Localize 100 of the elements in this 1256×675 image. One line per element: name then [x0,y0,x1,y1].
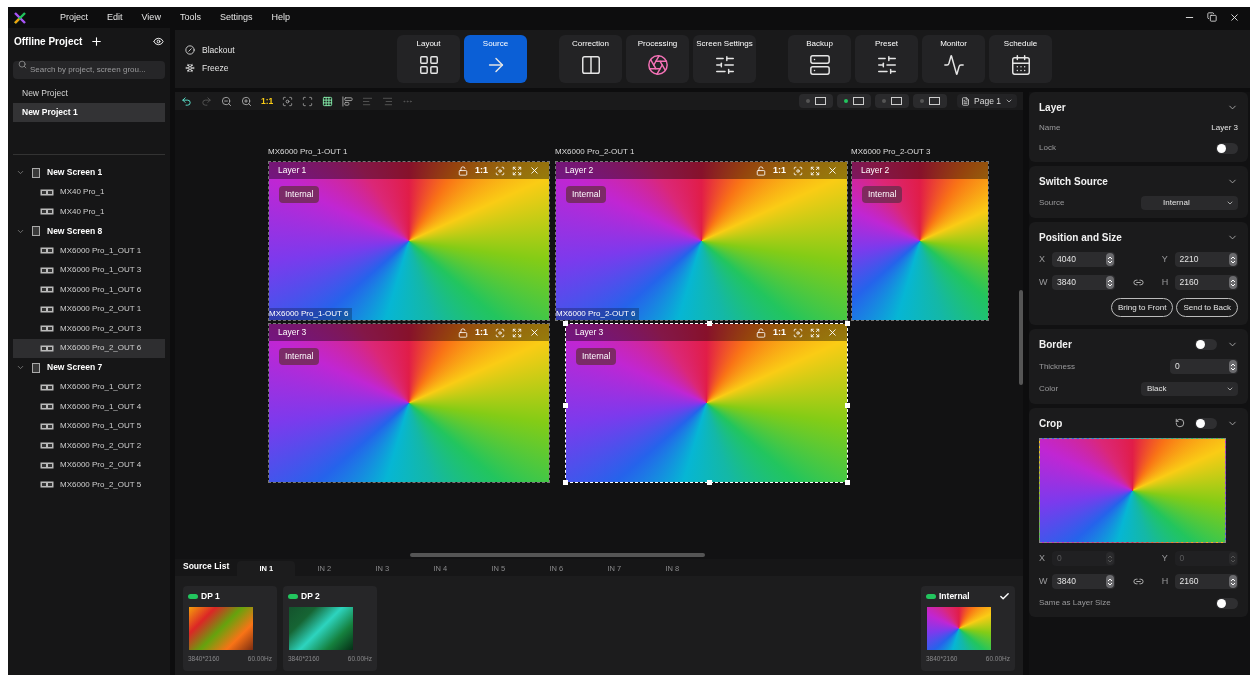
fit-icon[interactable] [495,327,505,338]
menu-item[interactable]: Tools [179,10,201,25]
fit-icon[interactable] [495,165,505,176]
ratio-button[interactable]: 1:1 [773,325,786,340]
search-field[interactable]: Search by project, screen grou... [13,60,165,79]
resize-handle[interactable] [845,403,850,408]
horizontal-scrollbar[interactable] [410,553,705,557]
page-dropdown[interactable]: Page 1 [957,94,1017,108]
stepper-icon[interactable] [1107,576,1114,587]
function-button[interactable]: Preset [855,35,918,83]
zoom-in-icon[interactable] [241,95,252,107]
actual-size-button[interactable]: 1:1 [261,94,274,108]
device-item[interactable]: MX6000 Pro_1_OUT 3 [13,260,165,280]
layer-frame[interactable]: Layer 1 1:1 Internal MX6000 Pro_1-OUT 6 [268,161,550,321]
project-item[interactable]: New Project [13,84,165,103]
device-item[interactable]: MX6000 Pro_2_OUT 3 [13,319,165,339]
mode-toggle[interactable] [913,94,948,108]
mode-toggle[interactable] [837,94,872,108]
ratio-button[interactable]: 1:1 [475,325,488,340]
resize-handle[interactable] [563,321,568,326]
function-button[interactable]: Monitor [922,35,985,83]
stepper-icon[interactable] [1229,576,1236,587]
restore-icon[interactable] [1207,12,1217,22]
color-dropdown[interactable]: Black [1141,382,1238,396]
device-item[interactable]: MX6000 Pro_1_OUT 6 [13,280,165,300]
layer-frame[interactable]: Layer 3 1:1 Internal [268,323,550,483]
unlock-icon[interactable] [756,165,766,176]
number-field[interactable]: 3840 [1051,574,1116,589]
function-button[interactable]: Layout [397,35,460,83]
device-item[interactable]: MX6000 Pro_2_OUT 2 [13,436,165,456]
menu-item[interactable]: Settings [219,10,253,25]
device-item[interactable]: MX6000 Pro_2_OUT 4 [13,455,165,475]
reset-icon[interactable] [1175,418,1185,428]
undo-icon[interactable] [181,95,192,107]
unlock-icon[interactable] [756,327,766,338]
grid-icon[interactable] [322,95,334,107]
fit-icon[interactable] [282,95,294,107]
function-button[interactable]: Correction [559,35,622,83]
function-button[interactable]: Source [464,35,527,83]
device-item[interactable]: MX6000 Pro_1_OUT 5 [13,416,165,436]
add-icon[interactable] [90,35,104,48]
number-field[interactable]: 4040 [1051,252,1116,267]
function-button[interactable]: Screen Settings [693,35,756,83]
quick-action[interactable]: Blackout [185,43,397,57]
device-item[interactable]: MX6000 Pro_2_OUT 6 [13,338,165,358]
function-button[interactable]: Schedule [989,35,1052,83]
eye-icon[interactable] [153,36,164,47]
number-field[interactable]: 2160 [1174,574,1238,589]
ratio-button[interactable]: 1:1 [773,163,786,178]
fullscreen-icon[interactable] [512,327,522,338]
menu-item[interactable]: Edit [107,10,123,25]
fit-icon[interactable] [793,165,803,176]
screen-group[interactable]: New Screen 8 [13,221,165,241]
layer-frame[interactable]: Layer 2 Internal [851,161,989,321]
ratio-button[interactable]: 1:1 [475,163,488,178]
stepper-icon[interactable] [1107,254,1114,265]
device-item[interactable]: MX6000 Pro_1_OUT 1 [13,241,165,261]
fullscreen-icon[interactable] [512,165,522,176]
project-item[interactable]: New Project 1 [13,103,165,122]
resize-handle[interactable] [563,480,568,485]
number-field[interactable]: 2210 [1174,252,1238,267]
resize-handle[interactable] [706,480,712,485]
layer-frame[interactable]: Layer 2 1:1 Internal MX6000 Pro_2-OUT 6 [555,161,848,321]
device-item[interactable]: MX40 Pro_1 [13,202,165,222]
close-icon[interactable] [1229,12,1240,23]
menu-item[interactable]: View [141,10,161,25]
number-field[interactable]: 0 [1170,359,1238,374]
device-item[interactable]: MX40 Pro_1 [13,182,165,202]
mode-toggle[interactable] [799,94,834,108]
number-field[interactable]: 3840 [1051,275,1116,290]
toggle-switch[interactable] [1216,597,1238,609]
toggle-switch[interactable] [1195,417,1217,429]
device-item[interactable]: MX6000 Pro_1_OUT 2 [13,377,165,397]
menu-item[interactable]: Project [60,10,88,25]
resize-handle[interactable] [563,403,568,408]
fullscreen-icon[interactable] [810,327,820,338]
link-icon[interactable] [1133,277,1144,288]
resize-handle[interactable] [845,480,850,485]
fit-icon[interactable] [793,327,803,338]
number-field[interactable]: 2160 [1174,275,1238,290]
quick-action[interactable]: Freeze [185,61,397,75]
function-button[interactable]: Processing [626,35,689,83]
resize-handle[interactable] [845,321,850,326]
stepper-icon[interactable] [1229,254,1236,265]
menu-item[interactable]: Help [271,10,290,25]
device-item[interactable]: MX6000 Pro_2_OUT 5 [13,475,165,495]
device-item[interactable]: MX6000 Pro_2_OUT 1 [13,299,165,319]
function-button[interactable]: Backup [788,35,851,83]
align-icon[interactable] [342,95,354,107]
toggle-switch[interactable] [1216,142,1238,154]
source-dropdown[interactable]: Internal [1141,196,1238,210]
unlock-icon[interactable] [458,327,468,338]
zoom-out-icon[interactable] [221,95,232,107]
vertical-scrollbar[interactable] [1019,290,1023,385]
screen-group[interactable]: New Screen 7 [13,358,165,378]
device-item[interactable]: MX6000 Pro_1_OUT 4 [13,397,165,417]
layer-frame[interactable]: Layer 3 1:1 Internal [565,323,848,483]
link-icon[interactable] [1133,576,1144,587]
fit-screen-icon[interactable] [302,95,314,107]
toggle-switch[interactable] [1195,338,1217,350]
